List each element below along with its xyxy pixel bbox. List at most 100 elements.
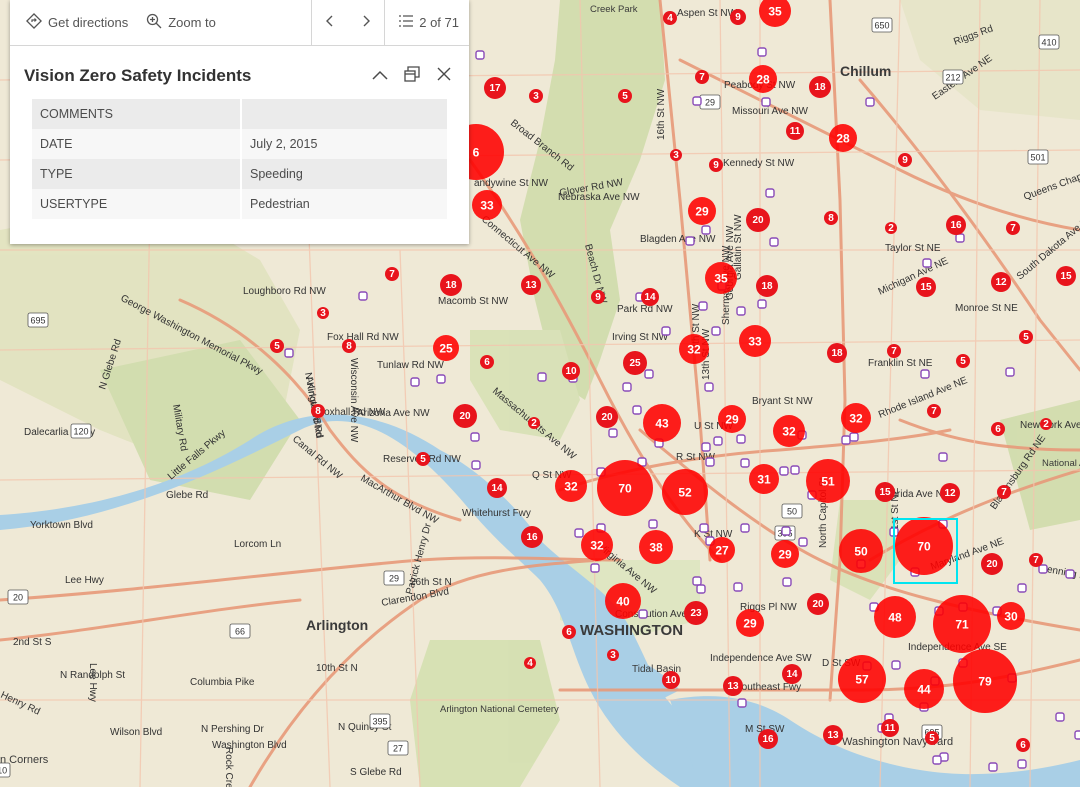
incident-cluster[interactable]: 7	[1006, 221, 1020, 235]
incident-cluster[interactable]: 5	[618, 89, 632, 103]
incident-cluster[interactable]: 2	[885, 222, 897, 234]
incident-cluster[interactable]: 6	[991, 422, 1005, 436]
incident-cluster[interactable]: 14	[641, 288, 659, 306]
incident-cluster[interactable]: 32	[555, 470, 587, 502]
incident-cluster[interactable]: 33	[472, 190, 502, 220]
incident-cluster[interactable]: 52	[662, 469, 708, 515]
incident-cluster[interactable]: 71	[933, 595, 991, 653]
incident-cluster[interactable]: 9	[709, 158, 723, 172]
incident-cluster[interactable]: 20	[596, 406, 618, 428]
incident-cluster[interactable]: 15	[1056, 266, 1076, 286]
incident-cluster[interactable]: 4	[663, 11, 677, 25]
incident-cluster[interactable]: 18	[756, 275, 778, 297]
incident-cluster[interactable]: 18	[440, 274, 462, 296]
incident-cluster[interactable]: 7	[997, 485, 1011, 499]
incident-cluster[interactable]: 7	[887, 344, 901, 358]
incident-cluster[interactable]: 38	[639, 530, 673, 564]
incident-cluster[interactable]: 27	[709, 537, 735, 563]
incident-cluster[interactable]: 13	[521, 275, 541, 295]
incident-cluster[interactable]: 44	[904, 669, 944, 709]
incident-cluster[interactable]: 79	[953, 649, 1017, 713]
incident-cluster[interactable]: 33	[739, 325, 771, 357]
incident-cluster[interactable]: 29	[688, 197, 716, 225]
incident-cluster[interactable]: 20	[453, 404, 477, 428]
incident-cluster[interactable]: 48	[874, 596, 916, 638]
incident-cluster[interactable]: 32	[841, 403, 871, 433]
incident-cluster[interactable]: 3	[670, 149, 682, 161]
incident-cluster[interactable]: 3	[317, 307, 329, 319]
incident-cluster[interactable]: 10	[662, 671, 680, 689]
incident-cluster[interactable]: 14	[782, 664, 802, 684]
incident-cluster[interactable]: 28	[829, 124, 857, 152]
incident-cluster[interactable]: 5	[416, 452, 430, 466]
incident-cluster[interactable]: 8	[824, 211, 838, 225]
incident-cluster[interactable]: 32	[581, 529, 613, 561]
incident-cluster[interactable]: 31	[749, 464, 779, 494]
incident-cluster[interactable]: 32	[679, 334, 709, 364]
incident-cluster[interactable]: 14	[487, 478, 507, 498]
incident-cluster[interactable]: 5	[270, 339, 284, 353]
incident-cluster[interactable]: 4	[524, 657, 536, 669]
incident-cluster[interactable]: 25	[433, 335, 459, 361]
previous-feature-button[interactable]	[312, 0, 348, 45]
incident-cluster[interactable]: 2	[528, 417, 540, 429]
incident-cluster[interactable]: 5	[956, 354, 970, 368]
incident-cluster[interactable]: 17	[484, 77, 506, 99]
incident-cluster[interactable]: 13	[823, 725, 843, 745]
incident-cluster[interactable]: 18	[827, 343, 847, 363]
incident-cluster[interactable]: 7	[927, 404, 941, 418]
incident-cluster[interactable]: 7	[1029, 553, 1043, 567]
incident-cluster[interactable]: 6	[480, 355, 494, 369]
incident-cluster[interactable]: 25	[623, 351, 647, 375]
incident-cluster[interactable]: 5	[925, 731, 939, 745]
incident-cluster[interactable]: 20	[807, 593, 829, 615]
incident-cluster[interactable]: 40	[605, 583, 641, 619]
incident-cluster[interactable]: 8	[342, 339, 356, 353]
feature-list-button[interactable]: 2 of 71	[385, 0, 469, 45]
incident-cluster[interactable]: 16	[521, 526, 543, 548]
incident-cluster[interactable]: 5	[1019, 330, 1033, 344]
incident-cluster[interactable]: 11	[881, 719, 899, 737]
get-directions-button[interactable]: Get directions	[10, 0, 136, 45]
incident-cluster[interactable]: 20	[746, 208, 770, 232]
zoom-to-button[interactable]: Zoom to	[136, 0, 224, 45]
incident-cluster[interactable]: 7	[695, 70, 709, 84]
incident-cluster[interactable]: 11	[786, 122, 804, 140]
incident-cluster[interactable]: 9	[730, 9, 746, 25]
incident-cluster[interactable]: 43	[643, 404, 681, 442]
incident-cluster[interactable]: 12	[940, 483, 960, 503]
incident-cluster[interactable]: 3	[529, 89, 543, 103]
dock-button[interactable]	[401, 65, 423, 87]
incident-cluster[interactable]: 6	[1016, 738, 1030, 752]
incident-cluster[interactable]: 7	[385, 267, 399, 281]
incident-cluster[interactable]: 12	[991, 272, 1011, 292]
incident-cluster[interactable]: 51	[806, 459, 850, 503]
incident-cluster[interactable]: 9	[898, 153, 912, 167]
next-feature-button[interactable]	[348, 0, 384, 45]
incident-cluster[interactable]: 32	[773, 415, 805, 447]
incident-cluster[interactable]: 3	[607, 649, 619, 661]
incident-cluster[interactable]: 20	[981, 553, 1003, 575]
collapse-button[interactable]	[369, 65, 391, 87]
incident-cluster[interactable]: 18	[809, 76, 831, 98]
incident-cluster[interactable]: 70	[895, 517, 953, 575]
close-button[interactable]	[433, 65, 455, 87]
incident-cluster[interactable]: 35	[705, 262, 737, 294]
incident-cluster[interactable]: 29	[718, 405, 746, 433]
incident-cluster[interactable]: 50	[839, 529, 883, 573]
incident-cluster[interactable]: 16	[946, 215, 966, 235]
incident-cluster[interactable]: 10	[562, 362, 580, 380]
incident-cluster[interactable]: 2	[1040, 418, 1052, 430]
incident-cluster[interactable]: 70	[597, 460, 653, 516]
incident-cluster[interactable]: 30	[997, 602, 1025, 630]
incident-cluster[interactable]: 16	[758, 729, 778, 749]
incident-cluster[interactable]: 15	[875, 482, 895, 502]
incident-cluster[interactable]: 8	[311, 404, 325, 418]
incident-cluster[interactable]: 6	[562, 625, 576, 639]
incident-cluster[interactable]: 28	[749, 65, 777, 93]
incident-cluster[interactable]: 29	[736, 609, 764, 637]
incident-cluster[interactable]: 57	[838, 655, 886, 703]
incident-cluster[interactable]: 29	[771, 540, 799, 568]
incident-cluster[interactable]: 15	[916, 277, 936, 297]
incident-cluster[interactable]: 23	[684, 601, 708, 625]
